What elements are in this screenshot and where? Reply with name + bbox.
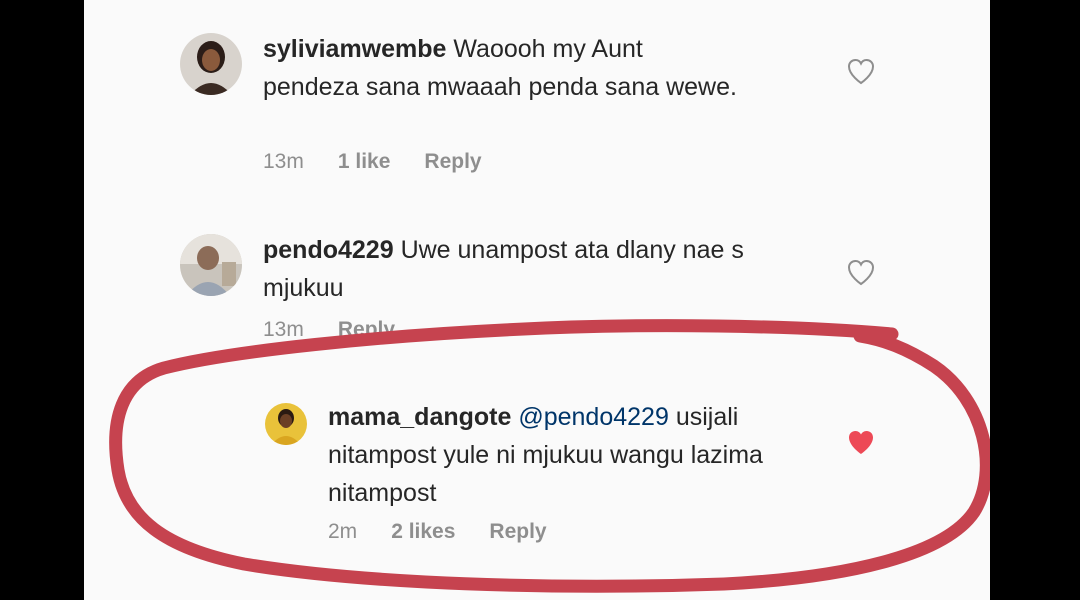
avatar[interactable] bbox=[265, 403, 307, 445]
comment-username[interactable]: syliviamwembe bbox=[263, 35, 446, 63]
like-count[interactable]: 1 like bbox=[338, 150, 391, 174]
reply-button[interactable]: Reply bbox=[489, 520, 546, 544]
comment-meta: 2m 2 likes Reply bbox=[328, 520, 547, 544]
comment-meta: 13m Reply bbox=[263, 318, 395, 342]
avatar[interactable] bbox=[180, 234, 242, 296]
comment-time: 13m bbox=[263, 318, 304, 341]
comment-text: syliviamwembe Waoooh my Aunt pendeza san… bbox=[263, 30, 743, 106]
comment-meta: 13m 1 like Reply bbox=[263, 150, 482, 174]
reply-button[interactable]: Reply bbox=[338, 318, 395, 342]
comment-username[interactable]: pendo4229 bbox=[263, 236, 394, 264]
comment-text: mama_dangote @pendo4229 usijali nitampos… bbox=[328, 398, 828, 512]
mention-link[interactable]: @pendo4229 bbox=[518, 403, 669, 431]
comment-time: 13m bbox=[263, 150, 304, 173]
heart-outline-icon[interactable] bbox=[846, 258, 876, 286]
comment-text: pendo4229 Uwe unampost ata dlany nae s m… bbox=[263, 231, 783, 307]
comment-item: syliviamwembe Waoooh my Aunt pendeza san… bbox=[84, 0, 990, 200]
comment-item: pendo4229 Uwe unampost ata dlany nae s m… bbox=[84, 200, 990, 350]
heart-filled-icon[interactable] bbox=[846, 428, 876, 456]
comment-time: 2m bbox=[328, 520, 358, 543]
comments-panel: syliviamwembe Waoooh my Aunt pendeza san… bbox=[84, 0, 990, 600]
avatar-image bbox=[265, 403, 307, 445]
avatar[interactable] bbox=[180, 33, 242, 95]
reply-comment-item: mama_dangote @pendo4229 usijali nitampos… bbox=[84, 380, 990, 580]
avatar-image bbox=[180, 234, 242, 296]
avatar-image bbox=[180, 33, 242, 95]
reply-button[interactable]: Reply bbox=[424, 150, 481, 174]
heart-outline-icon[interactable] bbox=[846, 57, 876, 85]
comment-username[interactable]: mama_dangote bbox=[328, 403, 511, 431]
like-count[interactable]: 2 likes bbox=[391, 520, 455, 544]
